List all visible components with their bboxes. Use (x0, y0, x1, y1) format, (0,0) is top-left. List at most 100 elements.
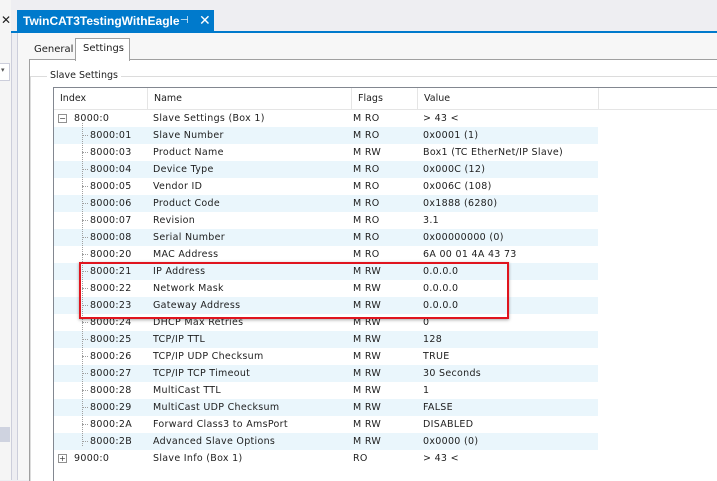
value-cell: 0.0.0.0 (423, 266, 459, 277)
index-cell: 8000:07 (90, 215, 132, 226)
value-cell: 6A 00 01 4A 43 73 (423, 249, 517, 260)
flags-cell: M RO (353, 198, 380, 209)
table-row[interactable]: 8000:2B Advanced Slave Options M RW 0x0000 … (54, 433, 598, 450)
name-cell: Serial Number (153, 232, 225, 243)
flags-cell: M RO (353, 232, 380, 243)
column-header-name[interactable]: Name (148, 88, 352, 109)
value-cell: 0x006C (108) (423, 181, 492, 192)
flags-cell: RO (353, 453, 368, 464)
flags-cell: M RW (353, 266, 382, 277)
index-cell: 8000:05 (90, 181, 132, 192)
table-row[interactable]: 8000:08 Serial Number M RO 0x00000000 (0) (54, 229, 598, 246)
tab-settings-label: Settings (83, 43, 125, 54)
flags-cell: M RO (353, 249, 380, 260)
table-row[interactable]: 8000:07 Revision M RO 3.1 (54, 212, 598, 229)
value-cell: > 43 < (423, 453, 459, 464)
index-cell: 8000:20 (90, 249, 132, 260)
name-cell: Product Name (153, 147, 224, 158)
flags-cell: M RO (353, 215, 380, 226)
index-cell: 8000:08 (90, 232, 132, 243)
document-tab-title: TwinCAT3TestingWithEagle (23, 14, 180, 28)
value-cell: Box1 (TC EtherNet/IP Slave) (423, 147, 564, 158)
name-cell: Network Mask (153, 283, 224, 294)
value-cell: 0x000C (12) (423, 164, 486, 175)
index-cell: 8000:28 (90, 385, 132, 396)
index-cell: 8000:25 (90, 334, 132, 345)
table-row[interactable]: 8000:03 Product Name M RW Box1 (TC EtherNet… (54, 144, 598, 161)
tab-general[interactable]: General (29, 41, 75, 59)
close-icon[interactable]: ✕ (1, 13, 11, 27)
table-row[interactable]: 8000:28 MultiCast TTL M RW 1 (54, 382, 598, 399)
name-cell: TCP/IP TCP Timeout (153, 368, 251, 379)
value-cell: FALSE (423, 402, 453, 413)
value-cell: 30 Seconds (423, 368, 482, 379)
name-cell: MultiCast UDP Checksum (153, 402, 280, 413)
pin-icon[interactable]: ⊣ (180, 15, 189, 26)
index-cell: 8000:23 (90, 300, 132, 311)
index-cell: 8000:04 (90, 164, 132, 175)
table-row[interactable]: +9000:0 Slave Info (Box 1) RO > 43 < (54, 450, 598, 467)
left-panel-selected-item[interactable] (0, 427, 10, 442)
column-header-index[interactable]: Index (54, 88, 148, 109)
name-cell: Gateway Address (153, 300, 241, 311)
table-row[interactable]: 8000:06 Product Code M RO 0x1888 (6280) (54, 195, 598, 212)
list-header: Index Name Flags Value (54, 88, 717, 110)
index-cell: 8000:06 (90, 198, 132, 209)
table-row[interactable]: −8000:0 Slave Settings (Box 1) M RO > 43 < (54, 110, 598, 127)
table-row[interactable]: 8000:22 Network Mask M RW 0.0.0.0 (54, 280, 598, 297)
settings-tree-list[interactable]: Index Name Flags Value −8000:0 Slave Sett… (53, 87, 717, 481)
name-cell: MAC Address (153, 249, 219, 260)
expand-icon[interactable]: + (58, 454, 67, 463)
index-cell: 8000:2B (90, 436, 133, 447)
name-cell: IP Address (153, 266, 206, 277)
index-cell: 8000:01 (90, 130, 132, 141)
name-cell: Slave Info (Box 1) (153, 453, 243, 464)
table-row[interactable]: 8000:24 DHCP Max Retries M RW 0 (54, 314, 598, 331)
table-row[interactable]: 8000:29 MultiCast UDP Checksum M RW FALSE (54, 399, 598, 416)
table-row[interactable]: 8000:01 Slave Number M RO 0x0001 (1) (54, 127, 598, 144)
name-cell: Device Type (153, 164, 214, 175)
name-cell: TCP/IP UDP Checksum (153, 351, 264, 362)
index-cell: 8000:26 (90, 351, 132, 362)
left-panel-edge: ✕ ▾ (0, 0, 12, 480)
value-cell: 0.0.0.0 (423, 283, 459, 294)
chevron-down-icon[interactable]: ▾ (1, 66, 5, 74)
tree-guide-line (82, 123, 83, 446)
value-cell: 1 (423, 385, 430, 396)
column-header-flags[interactable]: Flags (352, 88, 418, 109)
value-cell: 0x0001 (1) (423, 130, 479, 141)
table-row[interactable]: 8000:27 TCP/IP TCP Timeout M RW 30 Seconds (54, 365, 598, 382)
flags-cell: M RW (353, 368, 382, 379)
table-row[interactable]: 8000:05 Vendor ID M RO 0x006C (108) (54, 178, 598, 195)
value-cell: 0.0.0.0 (423, 300, 459, 311)
table-row[interactable]: 8000:04 Device Type M RO 0x000C (12) (54, 161, 598, 178)
flags-cell: M RW (353, 385, 382, 396)
name-cell: Product Code (153, 198, 221, 209)
name-cell: Vendor ID (153, 181, 203, 192)
document-tab[interactable]: TwinCAT3TestingWithEagle ⊣ ✕ (17, 10, 214, 33)
name-cell: Forward Class3 to AmsPort (153, 419, 288, 430)
flags-cell: M RW (353, 436, 382, 447)
flags-cell: M RO (353, 181, 380, 192)
close-icon[interactable]: ✕ (199, 12, 211, 29)
name-cell: DHCP Max Retries (153, 317, 244, 328)
flags-cell: M RO (353, 130, 380, 141)
index-cell: 8000:0 (74, 113, 110, 124)
table-row[interactable]: 8000:23 Gateway Address M RW 0.0.0.0 (54, 297, 598, 314)
table-row[interactable]: 8000:21 IP Address M RW 0.0.0.0 (54, 263, 598, 280)
flags-cell: M RW (353, 147, 382, 158)
table-row[interactable]: 8000:26 TCP/IP UDP Checksum M RW TRUE (54, 348, 598, 365)
table-row[interactable]: 8000:2A Forward Class3 to AmsPort M RW DISA… (54, 416, 598, 433)
flags-cell: M RW (353, 419, 382, 430)
value-cell: DISABLED (423, 419, 474, 430)
collapse-icon[interactable]: − (58, 114, 67, 123)
column-header-value[interactable]: Value (418, 88, 599, 109)
tab-settings[interactable]: Settings (75, 38, 130, 61)
flags-cell: M RW (353, 283, 382, 294)
name-cell: Advanced Slave Options (153, 436, 276, 447)
index-cell: 8000:03 (90, 147, 132, 158)
table-row[interactable]: 8000:20 MAC Address M RO 6A 00 01 4A 43 73 (54, 246, 598, 263)
value-cell: 0x0000 (0) (423, 436, 479, 447)
table-row[interactable]: 8000:25 TCP/IP TTL M RW 128 (54, 331, 598, 348)
flags-cell: M RW (353, 334, 382, 345)
